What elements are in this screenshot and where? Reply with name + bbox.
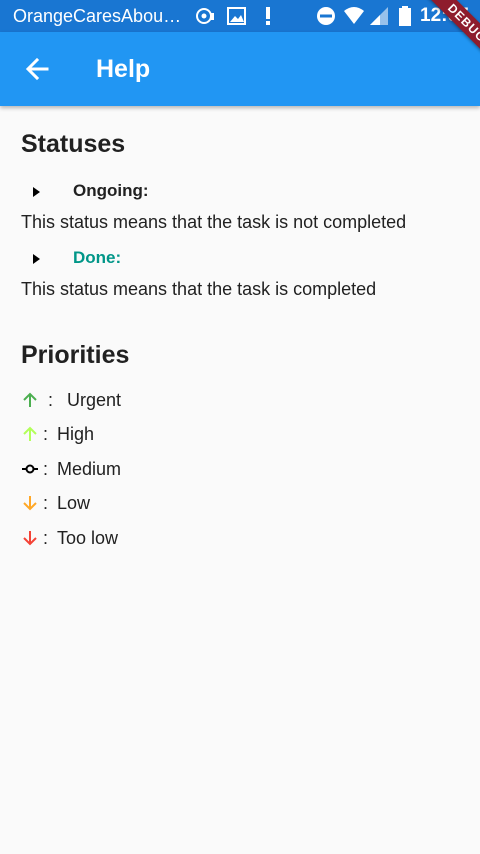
priority-separator: : bbox=[43, 423, 49, 444]
battery-icon bbox=[399, 6, 411, 26]
arrow-down-icon bbox=[23, 531, 37, 546]
status-bar-app-name: OrangeCaresAbou… bbox=[13, 6, 182, 26]
image-icon bbox=[227, 7, 246, 25]
wifi-icon bbox=[344, 7, 364, 24]
status-name: Done: bbox=[73, 248, 122, 267]
page-title: Help bbox=[96, 55, 151, 83]
status-bar: OrangeCaresAbou… 12:07 bbox=[0, 0, 480, 32]
priority-label: Too low bbox=[57, 527, 119, 548]
priority-label: Medium bbox=[57, 458, 122, 479]
priority-item-too-low: : Too low bbox=[21, 526, 118, 550]
arrow-down-icon bbox=[23, 496, 37, 511]
status-description: This status means that the task is not c… bbox=[21, 212, 407, 232]
status-name: Ongoing: bbox=[73, 181, 149, 200]
do-not-disturb-icon bbox=[317, 7, 335, 25]
priority-separator: : bbox=[43, 527, 49, 548]
status-description: This status means that the task is compl… bbox=[21, 279, 377, 299]
priorities-heading: Priorities bbox=[21, 341, 130, 369]
sync-icon bbox=[196, 8, 214, 24]
priority-label: Urgent bbox=[67, 389, 122, 410]
priority-item-medium: : Medium bbox=[21, 457, 121, 481]
signal-icon bbox=[370, 7, 388, 25]
priority-separator: : bbox=[43, 492, 49, 513]
caret-right-icon bbox=[33, 187, 40, 197]
statuses-heading: Statuses bbox=[21, 130, 126, 158]
caret-right-icon bbox=[33, 254, 40, 264]
priority-separator: : bbox=[48, 389, 54, 410]
priority-item-low: : Low bbox=[21, 491, 90, 515]
commit-icon bbox=[22, 464, 38, 474]
priority-item-high: : High bbox=[21, 422, 94, 446]
app-bar: Help bbox=[0, 32, 480, 106]
priority-separator: : bbox=[43, 458, 49, 479]
priority-label: High bbox=[57, 423, 95, 444]
priority-label: Low bbox=[57, 492, 91, 513]
arrow-up-icon bbox=[23, 392, 37, 407]
alert-icon bbox=[266, 7, 270, 25]
priority-item-urgent: : Urgent bbox=[21, 388, 121, 412]
back-arrow-icon[interactable] bbox=[20, 52, 54, 86]
arrow-up-icon bbox=[23, 426, 37, 441]
